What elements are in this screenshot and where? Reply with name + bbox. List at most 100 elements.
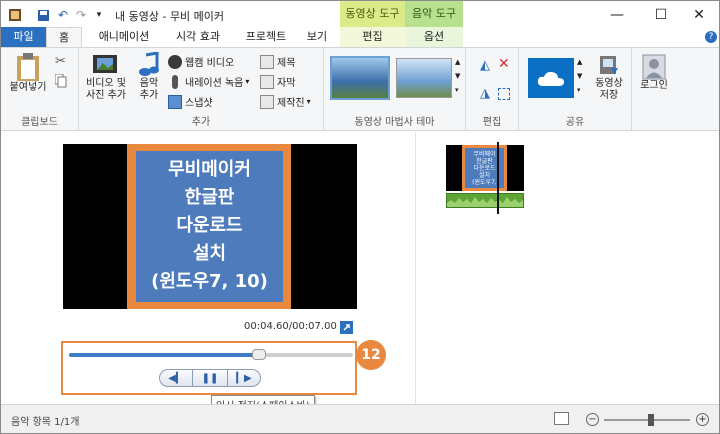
add-music-label-2: 추가 [139, 90, 159, 101]
share-scroll-up-icon[interactable]: ▲ [577, 58, 582, 66]
film-photo-icon [93, 55, 117, 73]
next-frame-icon: ▎▶ [236, 372, 252, 384]
zoom-in-button[interactable]: + [696, 413, 709, 426]
quick-access-dropdown-icon[interactable]: ▾ [91, 7, 107, 23]
fullscreen-expand-icon[interactable] [340, 321, 353, 334]
signin-button[interactable]: 로그인 [636, 54, 672, 92]
copy-icon[interactable] [55, 74, 67, 88]
ribbon-tabs: 파일 홈 애니메이션 시각 효과 프로젝트 보기 편집 옵션 ? [1, 27, 719, 47]
storyboard-clip[interactable]: 무비메이 한글판 다운로드 설치 (윈도우7, [446, 145, 524, 221]
tab-home[interactable]: 홈 [46, 27, 82, 47]
previous-frame-button[interactable]: ◀▎ [159, 369, 193, 387]
next-frame-button[interactable]: ▎▶ [227, 369, 261, 387]
storyboard-pane: 무비메이 한글판 다운로드 설치 (윈도우7, [415, 132, 719, 404]
step-badge: 12 [356, 340, 386, 370]
theme-thumbnail-2[interactable] [396, 58, 452, 98]
add-music-button[interactable]: 음악 추가 [133, 52, 165, 102]
select-all-icon[interactable] [498, 88, 510, 100]
maximize-button[interactable]: ☐ [641, 1, 681, 29]
record-narration-button[interactable]: 내레이션 녹음 ▾ [168, 74, 249, 89]
snapshot-button[interactable]: 스냅샷 [168, 94, 213, 109]
pause-icon: ❚❚ [201, 372, 219, 384]
title-bar: ↶ ↷ ▾ 내 동영상 - 무비 메이커 동영상 도구 음악 도구 — ☐ ✕ [1, 1, 719, 29]
caption-label: 자막 [277, 78, 296, 89]
remove-icon[interactable]: ✕ [498, 56, 510, 72]
rotate-left-icon[interactable]: ◭ [480, 58, 490, 73]
onedrive-share-button[interactable] [528, 58, 574, 98]
zoom-slider-thumb[interactable] [648, 414, 655, 426]
save-movie-button[interactable]: 동영상 저장 [589, 54, 629, 102]
movie-maker-window: ↶ ↷ ▾ 내 동영상 - 무비 메이커 동영상 도구 음악 도구 — ☐ ✕ … [0, 0, 720, 434]
status-bar: 음악 항목 1/1개 − + [1, 404, 719, 433]
caption-button[interactable]: 자막 [260, 74, 295, 89]
credits-button[interactable]: 제작진 ▾ [260, 94, 311, 109]
paste-label: 붙여넣기 [9, 82, 47, 93]
audio-track[interactable] [446, 193, 524, 208]
thumbnail-size-icon[interactable] [554, 412, 569, 425]
cut-icon[interactable]: ✂ [55, 54, 66, 69]
playhead[interactable] [497, 142, 499, 214]
playback-controls-highlight: ◀▎ ❚❚ ▎▶ [61, 341, 357, 395]
save-icon[interactable] [35, 7, 51, 23]
tab-view[interactable]: 보기 [299, 27, 335, 47]
group-label-clipboard: 클립보드 [21, 117, 58, 128]
close-button[interactable]: ✕ [679, 1, 719, 29]
webcam-label: 웹캠 비디오 [185, 58, 235, 69]
pause-button[interactable]: ❚❚ [193, 369, 227, 387]
share-expand-icon[interactable]: ▾ [577, 86, 581, 94]
save-movie-label-1: 동영상 [595, 78, 623, 89]
seek-progress [69, 353, 260, 357]
slide-line: (윈도우7, 10) [151, 271, 268, 292]
credits-icon [260, 94, 274, 109]
zoom-out-button[interactable]: − [586, 413, 599, 426]
app-film-icon [7, 7, 23, 23]
add-video-photo-button[interactable]: 비디오 및 사진 추가 [81, 52, 131, 102]
seek-bar[interactable] [69, 349, 353, 360]
tab-visual-effects[interactable]: 시각 효과 [165, 27, 231, 47]
tab-edit[interactable]: 편집 [340, 27, 405, 47]
slide-line: 다운로드 [176, 215, 243, 236]
narration-label: 내레이션 녹음 [185, 78, 244, 89]
tab-options[interactable]: 옵션 [405, 27, 463, 47]
snapshot-icon [168, 94, 182, 109]
tab-file[interactable]: 파일 [1, 27, 46, 47]
credits-label: 제작진 [277, 98, 305, 109]
redo-icon[interactable]: ↷ [73, 7, 89, 23]
gallery-expand-icon[interactable]: ▾ [455, 86, 459, 94]
group-label-edit: 편집 [482, 117, 502, 128]
minimize-button[interactable]: — [597, 1, 637, 29]
audio-waveform-icon [447, 197, 523, 207]
status-text: 음악 항목 1/1개 [11, 417, 80, 428]
gallery-scroll-down-icon[interactable]: ▼ [455, 72, 460, 80]
signin-label: 로그인 [640, 80, 668, 91]
webcam-video-button[interactable]: 웹캠 비디오 [168, 54, 234, 69]
preview-slide: 무비메이커 한글판 다운로드 설치 (윈도우7, 10) [136, 151, 283, 302]
help-icon[interactable]: ? [705, 31, 717, 43]
tab-project[interactable]: 프로젝트 [235, 27, 297, 47]
paste-button[interactable]: 붙여넣기 [7, 52, 49, 94]
slide-line: 설치 [192, 243, 227, 264]
window-title: 내 동영상 - 무비 메이커 [115, 10, 225, 23]
snapshot-label: 스냅샷 [185, 98, 213, 109]
title-button[interactable]: 제목 [260, 54, 295, 69]
time-readout: 00:04.60/00:07.00 [244, 321, 337, 332]
title-label: 제목 [277, 58, 296, 69]
music-note-icon [139, 52, 159, 76]
chevron-down-icon: ▾ [306, 97, 311, 106]
video-preview: 무비메이커 한글판 다운로드 설치 (윈도우7, 10) [63, 144, 357, 309]
group-share: ▲ ▼ ▾ 동영상 저장 공유 [519, 48, 632, 130]
seek-thumb[interactable] [252, 349, 267, 360]
zoom-slider[interactable] [604, 414, 690, 426]
preview-pane: 무비메이커 한글판 다운로드 설치 (윈도우7, 10) 00:04.60/00… [1, 132, 415, 414]
rotate-right-icon[interactable]: ◮ [480, 86, 490, 101]
webcam-icon [168, 54, 182, 69]
gallery-scroll-up-icon[interactable]: ▲ [455, 58, 460, 66]
context-tab-video-tools: 동영상 도구 [340, 1, 405, 27]
add-video-photo-label-2: 사진 추가 [86, 90, 126, 101]
group-label-themes: 동영상 마법사 테마 [354, 117, 435, 128]
title-icon [260, 54, 274, 69]
undo-icon[interactable]: ↶ [55, 7, 71, 23]
tab-animation[interactable]: 애니메이션 [89, 27, 159, 47]
theme-thumbnail-1[interactable] [330, 56, 390, 100]
share-scroll-down-icon[interactable]: ▼ [577, 72, 582, 80]
